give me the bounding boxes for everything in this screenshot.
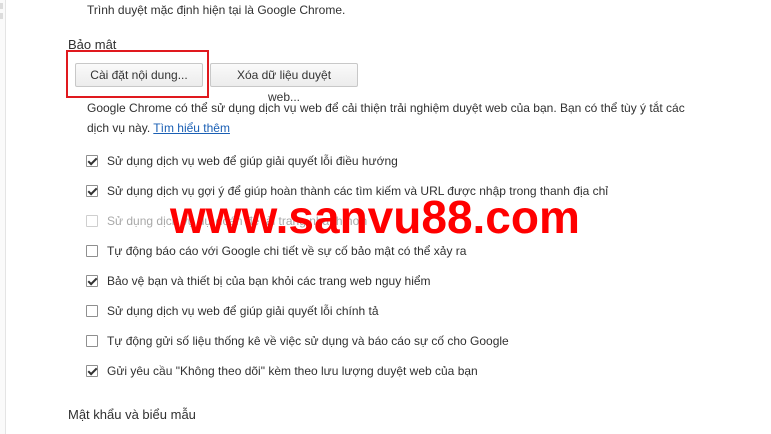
privacy-option[interactable]: Sử dụng dịch vụ web để giúp giải quyết l… [86, 303, 379, 319]
privacy-description-end: dịch vụ này. [87, 121, 151, 135]
privacy-option-label: Bảo vệ bạn và thiết bị của bạn khỏi các … [107, 274, 431, 288]
privacy-description: Google Chrome có thể sử dụng dịch vụ web… [87, 101, 685, 115]
learn-more-link[interactable]: Tìm hiểu thêm [153, 121, 230, 135]
content-settings-button[interactable]: Cài đặt nội dung... [75, 63, 203, 87]
checkbox-unchecked[interactable] [86, 335, 98, 347]
privacy-option[interactable]: Bảo vệ bạn và thiết bị của bạn khỏi các … [86, 273, 431, 289]
checkbox-checked[interactable] [86, 155, 98, 167]
default-browser-text: Trình duyệt mặc định hiện tại là Google … [87, 3, 346, 17]
passwords-section-title: Mật khẩu và biểu mẫu [68, 407, 196, 422]
clear-browsing-data-button[interactable]: Xóa dữ liệu duyệt web... [210, 63, 358, 104]
privacy-option-label: Tự động gửi số liệu thống kê về việc sử … [107, 334, 509, 348]
left-edge [0, 0, 6, 434]
edge-marker [0, 3, 3, 9]
privacy-option-label: Tự động báo cáo với Google chi tiết về s… [107, 244, 467, 258]
checkbox-checked[interactable] [86, 185, 98, 197]
privacy-option-label: Sử dụng dịch vụ web để giúp giải quyết l… [107, 304, 379, 318]
privacy-option-label: Sử dụng dịch vụ web để giúp giải quyết l… [107, 154, 398, 168]
privacy-option[interactable]: Sử dụng dịch vụ web để giúp giải quyết l… [86, 153, 398, 169]
checkbox-unchecked[interactable] [86, 245, 98, 257]
checkbox-checked[interactable] [86, 365, 98, 377]
checkbox-checked[interactable] [86, 275, 98, 287]
privacy-option[interactable]: Gửi yêu cầu "Không theo dõi" kèm theo lư… [86, 363, 478, 379]
privacy-description-line2: dịch vụ này. Tìm hiểu thêm [87, 117, 230, 139]
privacy-option-label: Gửi yêu cầu "Không theo dõi" kèm theo lư… [107, 364, 478, 378]
checkbox-unchecked [86, 215, 98, 227]
checkbox-unchecked[interactable] [86, 305, 98, 317]
privacy-option[interactable]: Tự động gửi số liệu thống kê về việc sử … [86, 333, 509, 349]
edge-marker [0, 13, 3, 19]
watermark: www.sanvu88.com [170, 191, 580, 243]
privacy-option[interactable]: Tự động báo cáo với Google chi tiết về s… [86, 243, 466, 259]
